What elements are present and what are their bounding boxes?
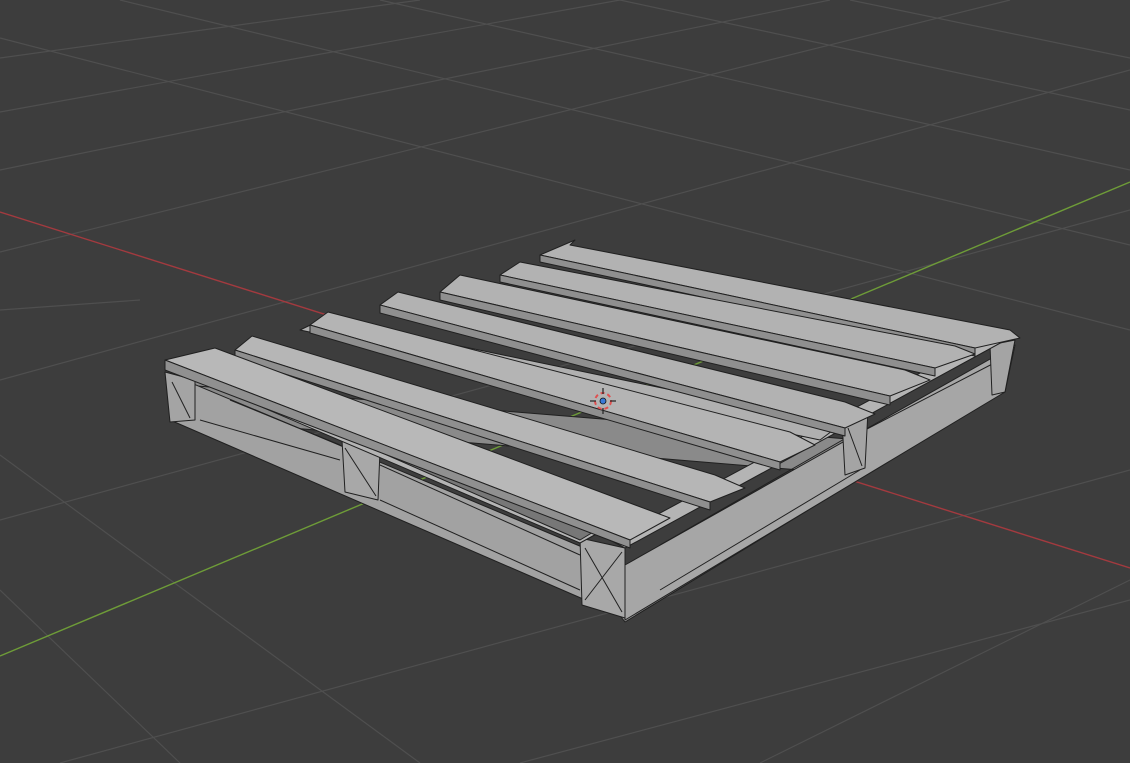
object-origin-icon[interactable]: [599, 397, 607, 405]
viewport-canvas[interactable]: [0, 0, 1130, 763]
3d-viewport[interactable]: [0, 0, 1130, 763]
pallet-mesh[interactable]: [164, 239, 1021, 623]
block-right-back: [989, 339, 1016, 396]
